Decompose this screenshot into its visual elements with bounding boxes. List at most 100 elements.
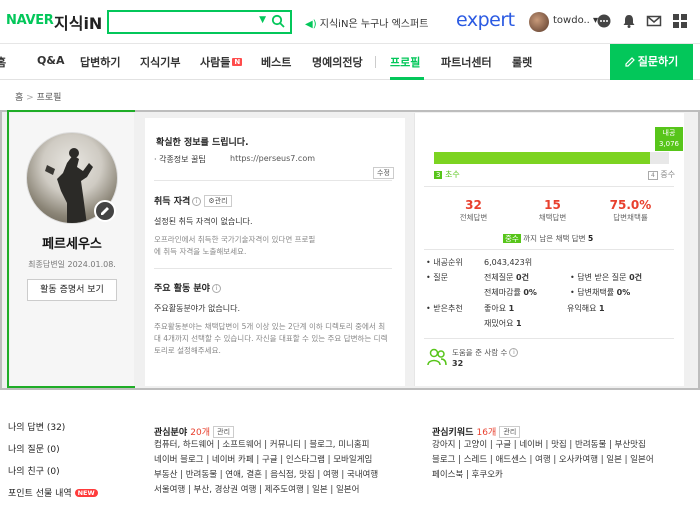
answered-questions: • 답변 받은 질문 0건 [570, 273, 642, 282]
question-close-rate: 전체마감률 0% [484, 288, 537, 297]
search-input[interactable]: ▼ [107, 10, 292, 34]
helped-value: 32 [452, 359, 464, 368]
left-menu: 나의 답변 (32) 나의 질문 (0) 나의 친구 (0) 포인트 선물 내역… [8, 420, 98, 508]
edit-intro-button[interactable]: 수정 [373, 167, 394, 179]
interest-title: 관심분야 20개 관리 [154, 425, 235, 438]
menu-my-friends[interactable]: 나의 친구 (0) [8, 464, 98, 486]
divider [154, 180, 392, 181]
speaker-icon: ◀) [305, 19, 317, 30]
rank-value: 6,043,423위 [484, 258, 533, 267]
menu-my-answers[interactable]: 나의 답변 (32) [8, 420, 98, 442]
info-icon[interactable]: i [192, 197, 202, 206]
blog-label: · 각종정보 꿀팁 [154, 155, 206, 164]
nav-divider [375, 56, 376, 68]
info-icon[interactable]: i [509, 348, 519, 357]
answer-adopt-rate: • 답변채택률 0% [570, 288, 631, 297]
breadcrumb-current: 프로필 [36, 93, 62, 103]
nav-item-profile[interactable]: 프로필 [390, 54, 420, 70]
info-icon[interactable]: i [211, 284, 221, 293]
nav-item-hall-of-fame[interactable]: 명예의전당 [312, 54, 363, 70]
nav-item-answer[interactable]: 답변하기 [80, 54, 120, 70]
nav-item-roulette[interactable]: 룰렛 [512, 54, 532, 70]
stat-total-answers: 32 전체답변 [459, 198, 488, 222]
profile-name: 페르세우스 [42, 237, 102, 252]
edit-photo-button[interactable] [94, 200, 116, 222]
people-icon [427, 348, 447, 366]
divider [424, 249, 674, 250]
activity-none: 주요활동분야가 없습니다. [154, 304, 241, 313]
expert-logo[interactable]: expert [456, 9, 515, 31]
activity-certificate-button[interactable]: 활동 증명서 보기 [27, 279, 117, 301]
divider [154, 268, 392, 269]
jisikin-logo[interactable]: 지식iN [54, 10, 102, 34]
mail-icon[interactable] [646, 13, 662, 29]
menu-point-gifts[interactable]: 포인트 선물 내역 NEW [8, 486, 98, 508]
user-name[interactable]: towdo.. ▾ [553, 15, 598, 26]
search-dropdown-icon[interactable]: ▼ [259, 15, 266, 25]
bell-icon[interactable] [621, 13, 637, 29]
keywords-title: 관심키워드 16개 관리 [432, 425, 521, 438]
pencil-icon [101, 207, 109, 215]
pencil-icon [625, 57, 635, 67]
keyword-line[interactable]: 페이스북 | 후쿠오카 [432, 468, 654, 483]
nav-item-people[interactable]: 사람들 N [200, 54, 243, 70]
qualification-title: 취득 자격 i ⚙관리 [154, 194, 232, 207]
interest-manage-button[interactable]: 관리 [213, 426, 235, 438]
new-badge: N [232, 58, 243, 66]
nav-item-qna[interactable]: Q&A [37, 54, 64, 67]
keyword-line[interactable]: 블로그 | 스레드 | 애드센스 | 여행 | 오사카여행 | 일본 | 일본어 [432, 453, 654, 468]
nav-item-donate[interactable]: 지식기부 [140, 54, 180, 70]
main-nav: 홈 Q&A 답변하기 지식기부 사람들 N 베스트 명예의전당 프로필 파트너센터… [0, 44, 700, 80]
ask-question-button[interactable]: 질문하기 [610, 44, 693, 80]
next-level-note: 중수 까지 남은 채택 답변 5 [503, 234, 594, 243]
nav-item-best[interactable]: 베스트 [261, 54, 291, 70]
next-level: 4 중수 [648, 169, 675, 180]
keywords-manage-button[interactable]: 관리 [499, 426, 521, 438]
new-badge: NEW [74, 489, 98, 497]
useful: 유익해요 1 [567, 304, 605, 313]
qualification-none: 설정된 취득 자격이 없습니다. [154, 217, 253, 226]
breadcrumb-separator: > [26, 93, 34, 103]
fun: 재밌어요 1 [484, 319, 522, 328]
menu-my-questions[interactable]: 나의 질문 (0) [8, 442, 98, 464]
divider [424, 338, 674, 339]
keywords-list: 강아지 | 고양이 | 구글 | 네이버 | 맛집 | 반려동물 | 부산맛집 … [432, 438, 654, 483]
intro-headline: 확실한 정보를 드립니다. [156, 138, 249, 148]
stat-adoption-rate: 75.0% 답변채택률 [609, 198, 652, 222]
avatar[interactable] [529, 12, 549, 32]
level-progress-fill [434, 152, 650, 164]
activity-title: 주요 활동 분야 i [154, 281, 221, 294]
recommend-row: • 받은추천 [426, 304, 463, 313]
interest-line[interactable]: 네이버 블로그 | 네이버 카페 | 구글 | 인스타그램 | 모바일게임 [154, 453, 378, 468]
breadcrumb-home[interactable]: 홈 [15, 93, 23, 103]
interest-line[interactable]: 컴퓨터, 하드웨어 | 소프트웨어 | 커뮤니티 | 블로그, 미니홈피 [154, 438, 378, 453]
qualification-desc: 오프라인에서 취득한 국가기술자격이 있다면 프로필에 취득 자격을 노출해보세… [154, 235, 316, 256]
last-answer-date: 최종답변일 2024.01.08. [28, 260, 116, 269]
current-level: 3 초수 [434, 170, 460, 179]
chat-icon[interactable] [596, 13, 612, 29]
menu-icon[interactable] [672, 13, 688, 29]
total-questions: 전체질문 0건 [484, 273, 529, 282]
blog-url[interactable]: https://perseus7.com [230, 154, 315, 163]
activity-desc: 주요활동분야는 채택답변이 5개 이상 있는 2단계 이하 디렉토리 중에서 최… [154, 322, 388, 355]
promo-link[interactable]: ◀) 지식iN은 누구나 엑스퍼트 [305, 15, 428, 30]
qualification-manage-button[interactable]: ⚙관리 [204, 195, 232, 207]
question-row: • 질문 [426, 273, 448, 282]
interest-list: 컴퓨터, 하드웨어 | 소프트웨어 | 커뮤니티 | 블로그, 미니홈피 네이버… [154, 438, 378, 498]
breadcrumb: 홈 > 프로필 [15, 90, 61, 103]
interest-line[interactable]: 서울여행 | 부산, 경상권 여행 | 제주도여행 | 일본 | 일본어 [154, 483, 378, 498]
level-badge: 내공 3,076 [655, 127, 683, 151]
search-icon[interactable] [271, 14, 285, 28]
active-tab-indicator [390, 77, 424, 80]
divider [424, 186, 674, 187]
rank-row: • 내공순위 [426, 258, 463, 267]
naver-logo[interactable]: NAVER [6, 13, 54, 28]
top-bar: NAVER 지식iN ▼ ◀) 지식iN은 누구나 엑스퍼트 expert to… [0, 0, 700, 44]
likes: 좋아요 1 [484, 304, 515, 313]
nav-item-home[interactable]: 홈 [0, 54, 6, 70]
nav-item-partner[interactable]: 파트너센터 [441, 54, 492, 70]
stat-adopted-answers: 15 채택답변 [538, 198, 567, 222]
keyword-line[interactable]: 강아지 | 고양이 | 구글 | 네이버 | 맛집 | 반려동물 | 부산맛집 [432, 438, 654, 453]
interest-line[interactable]: 부동산 | 반려동물 | 연애, 결혼 | 음식점, 맛집 | 여행 | 국내여… [154, 468, 378, 483]
helped-label: 도움을 준 사람 수i [452, 347, 519, 358]
